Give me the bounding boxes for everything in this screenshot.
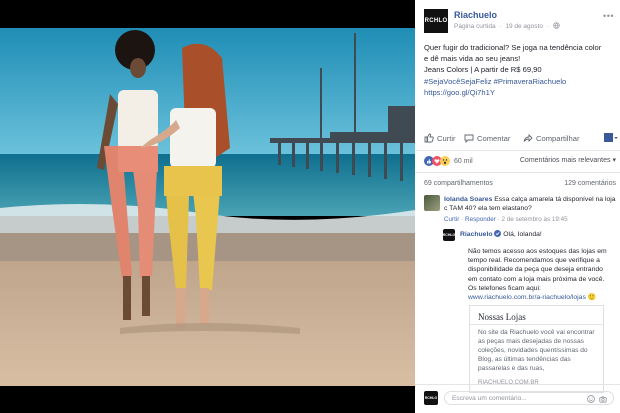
comment-input-placeholder: Escreva um comentário... bbox=[452, 395, 527, 402]
comment-reply-link[interactable]: Responder bbox=[465, 216, 496, 223]
reply-avatar-text: RCHLO bbox=[442, 233, 456, 237]
reply-link[interactable]: www.riachuelo.com.br/a-riachuelo/lojas bbox=[468, 294, 586, 301]
post-meta-separator: · bbox=[499, 23, 502, 30]
comment-sort-label: Comentários mais relevantes bbox=[519, 157, 611, 164]
page-logo-text: RCHLO bbox=[424, 18, 448, 24]
post-line-3: Jeans Colors | A partir de R$ 69,90 bbox=[424, 65, 542, 75]
link-preview-card[interactable]: Nossas Lojas No site da Riachuelo você v… bbox=[469, 305, 604, 393]
reply-greeting: Olá, Iolanda! bbox=[503, 231, 542, 238]
reply-author-avatar[interactable]: RCHLO bbox=[443, 229, 455, 241]
shares-count[interactable]: 69 compartilhamentos bbox=[424, 180, 493, 187]
globe-icon bbox=[553, 22, 560, 29]
comment-button[interactable]: Comentar bbox=[464, 133, 510, 143]
post-meta-separator: · bbox=[546, 23, 549, 30]
post-line-1: Quer fugir do tradicional? Se joga na te… bbox=[424, 43, 602, 52]
post-meta: Página curtida · 19 de agosto · bbox=[454, 22, 560, 30]
camera-icon[interactable] bbox=[599, 395, 607, 403]
reaction-count: 60 mil bbox=[454, 157, 473, 165]
reactions-bar: 60 mil Comentários mais relevantes ▾ bbox=[424, 156, 616, 168]
reply-author-name[interactable]: Riachuelo bbox=[460, 231, 492, 238]
meta-dot: · bbox=[461, 216, 464, 223]
post-text: Quer fugir do tradicional? Se joga na te… bbox=[424, 42, 614, 98]
share-button-label: Compartilhar bbox=[536, 133, 580, 143]
commenter-avatar[interactable] bbox=[424, 195, 440, 211]
page-switch-icon bbox=[604, 133, 618, 142]
audience-selector[interactable] bbox=[604, 133, 618, 143]
comment-icon bbox=[464, 134, 474, 143]
caret-down-icon: ▾ bbox=[612, 157, 616, 164]
meta-dot: · bbox=[497, 216, 500, 223]
emoji-icon[interactable] bbox=[587, 395, 595, 403]
post-photo[interactable] bbox=[0, 0, 415, 413]
post-sidebar: RCHLO Riachuelo Página curtida · 19 de a… bbox=[415, 0, 620, 413]
comment-body: Iolanda Soares Essa calça amarela tá dis… bbox=[444, 195, 616, 213]
smile-emoji-icon: 🙂 bbox=[587, 294, 597, 302]
page-name-link[interactable]: Riachuelo bbox=[454, 10, 497, 20]
post-link[interactable]: https://goo.gl/Qi7h1Y bbox=[424, 87, 614, 98]
divider bbox=[415, 384, 620, 385]
divider bbox=[415, 172, 620, 173]
comment-date[interactable]: 2 de setembro às 19:45 bbox=[501, 216, 567, 223]
post-date-link[interactable]: 19 de agosto bbox=[505, 23, 543, 30]
post-meta-liked: Página curtida bbox=[454, 23, 496, 30]
card-divider bbox=[470, 324, 603, 325]
like-button-label: Curtir bbox=[437, 133, 456, 143]
verified-badge-icon bbox=[494, 230, 502, 237]
link-card-description: No site da Riachuelo você vai encontrar … bbox=[478, 329, 595, 372]
thumbs-up-icon bbox=[424, 133, 434, 143]
comment-button-label: Comentar bbox=[477, 133, 511, 143]
post-line-2: e dê mais vida ao seu jeans! bbox=[424, 54, 521, 64]
commenter-name[interactable]: Iolanda Soares bbox=[444, 196, 492, 203]
share-icon bbox=[523, 133, 533, 143]
share-button[interactable]: Compartilhar bbox=[523, 133, 579, 143]
comments-count[interactable]: 129 comentários bbox=[564, 180, 616, 187]
divider bbox=[415, 150, 620, 151]
comment-meta: Curtir · Responder · 2 de setembro às 19… bbox=[444, 216, 568, 223]
comment-composer: RCHLO Escreva um comentário... bbox=[424, 389, 616, 407]
post-actions: Curtir Comentar Compartilhar bbox=[424, 133, 618, 147]
more-options-icon[interactable]: ••• bbox=[603, 11, 614, 21]
reaction-summary[interactable]: 60 mil bbox=[424, 156, 473, 166]
composer-avatar-text: RCHLO bbox=[424, 396, 438, 400]
comment-sort-selector[interactable]: Comentários mais relevantes ▾ bbox=[520, 156, 616, 164]
page-avatar[interactable]: RCHLO bbox=[424, 9, 448, 33]
beach-scene-image bbox=[0, 28, 415, 386]
comment-input[interactable]: Escreva um comentário... bbox=[444, 391, 614, 405]
link-card-source: RIACHUELO.COM.BR bbox=[478, 380, 539, 386]
like-button[interactable]: Curtir bbox=[424, 133, 456, 143]
wow-reaction-icon bbox=[440, 156, 450, 166]
reply-body: Não temos acesso aos estoques das lojas … bbox=[468, 247, 608, 302]
current-user-avatar[interactable]: RCHLO bbox=[424, 391, 438, 405]
reply-text: Não temos acesso aos estoques das lojas … bbox=[468, 248, 607, 292]
post-header: RCHLO Riachuelo Página curtida · 19 de a… bbox=[424, 9, 614, 35]
post-hashtags[interactable]: #SejaVocêSejaFeliz #PrimaveraRiachuelo bbox=[424, 76, 614, 87]
link-card-title: Nossas Lojas bbox=[478, 312, 526, 322]
comment-like-link[interactable]: Curtir bbox=[444, 216, 459, 223]
reply-header: Riachuelo Olá, Iolanda! bbox=[460, 230, 542, 239]
